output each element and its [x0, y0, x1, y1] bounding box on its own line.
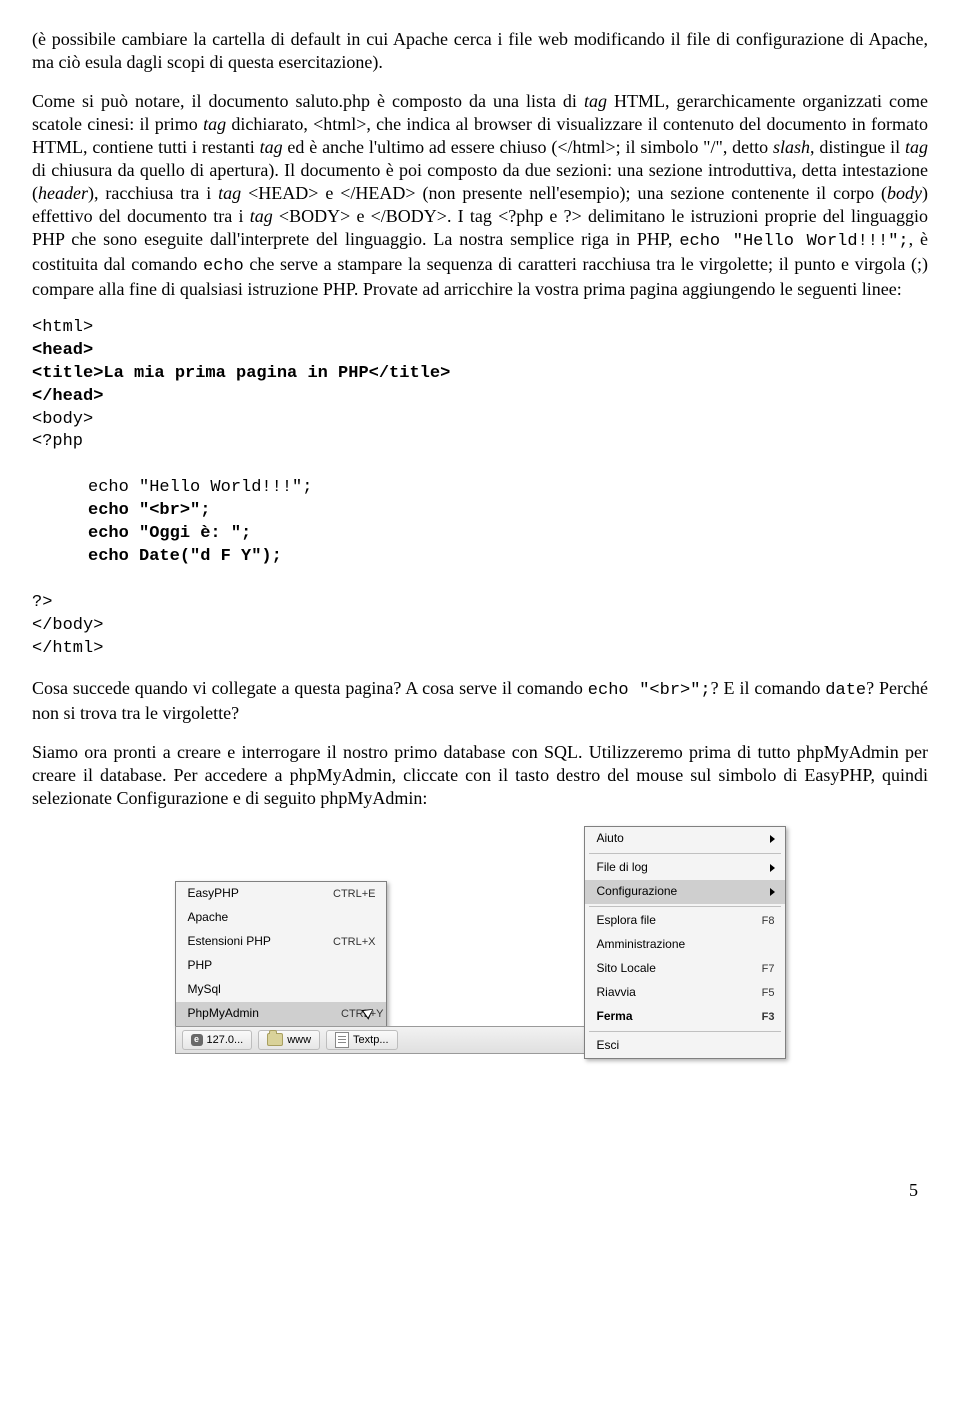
tag-word: tag: [203, 114, 226, 134]
tag-word: tag: [905, 137, 928, 157]
taskbar-item-www[interactable]: www: [258, 1030, 320, 1050]
menu-item-mysql[interactable]: MySql: [176, 978, 386, 1002]
paragraph-2: Come si può notare, il documento saluto.…: [32, 90, 928, 301]
code-line: <body>: [32, 410, 93, 429]
p2-text: Come si può notare, il documento saluto.…: [32, 91, 584, 111]
menu-item-label: PhpMyAdmin: [188, 1006, 259, 1021]
header-word: header: [38, 183, 88, 203]
code-line: </body>: [32, 616, 103, 635]
page-number: 5: [32, 1179, 918, 1202]
code-line: <title>La mia prima pagina in PHP</title…: [32, 364, 450, 383]
menu-separator: [589, 906, 781, 907]
menu-separator: [589, 853, 781, 854]
menu-item-label: EasyPHP: [188, 886, 239, 901]
cursor-icon: [362, 1003, 376, 1021]
code-line: ?>: [32, 593, 52, 612]
folder-icon: [267, 1033, 283, 1046]
context-menu-figure: EasyPHP CTRL+E Apache Estensioni PHP CTR…: [32, 826, 928, 1059]
menu-item-ferma[interactable]: Ferma F3: [585, 1005, 785, 1029]
taskbar-item-label: 127.0...: [207, 1033, 244, 1047]
menu-item-apache[interactable]: Apache: [176, 906, 386, 930]
menu-item-shortcut: F8: [762, 914, 775, 928]
echo-cmd-inline: echo: [203, 257, 244, 276]
tag-word: tag: [218, 183, 241, 203]
menu-item-shortcut: CTRL+E: [333, 887, 376, 901]
code-line: </head>: [32, 387, 103, 406]
date-cmd-inline: date: [825, 681, 866, 700]
menu-item-riavvia[interactable]: Riavvia F5: [585, 981, 785, 1005]
paragraph-4: Siamo ora pronti a creare e interrogare …: [32, 741, 928, 810]
p2-text: <HEAD> e </HEAD> (non presente nell'esem…: [241, 183, 887, 203]
tag-word: tag: [250, 206, 273, 226]
menu-item-php[interactable]: PHP: [176, 954, 386, 978]
p3-text: ? E il comando: [711, 678, 826, 698]
menu-item-sito-locale[interactable]: Sito Locale F7: [585, 957, 785, 981]
paragraph-3: Cosa succede quando vi collegate a quest…: [32, 677, 928, 725]
taskbar-item-127[interactable]: e 127.0...: [182, 1030, 253, 1050]
menu-item-file-di-log[interactable]: File di log: [585, 856, 785, 880]
menu-item-label: Sito Locale: [597, 961, 656, 976]
menu-item-label: File di log: [597, 860, 648, 875]
p2-text: , distingue il: [810, 137, 905, 157]
menu-item-easyphp[interactable]: EasyPHP CTRL+E: [176, 882, 386, 906]
echo-br-inline: echo "<br>";: [588, 681, 711, 700]
slash-word: slash: [773, 137, 810, 157]
code-line: <html>: [32, 318, 93, 337]
taskbar: e 127.0... www Textp...: [175, 1026, 585, 1054]
p2-text: ), racchiusa tra i: [88, 183, 218, 203]
menu-item-configurazione[interactable]: Configurazione: [585, 880, 785, 904]
menu-item-label: Esplora file: [597, 913, 656, 928]
menu-item-phpmyadmin[interactable]: PhpMyAdmin CTRL+Y: [176, 1002, 386, 1026]
taskbar-item-label: www: [287, 1033, 311, 1047]
menu-item-label: Esci: [597, 1038, 620, 1053]
code-line: echo "Oggi è: ";: [88, 524, 251, 543]
paragraph-1: (è possibile cambiare la cartella di def…: [32, 28, 928, 74]
taskbar-item-textp[interactable]: Textp...: [326, 1030, 397, 1050]
code-line: echo Date("d F Y");: [88, 547, 282, 566]
context-menu-right: Aiuto File di log Configurazione Esplora…: [584, 826, 786, 1059]
menu-item-label: Amministrazione: [597, 937, 686, 952]
menu-item-label: Riavvia: [597, 985, 636, 1000]
menu-item-shortcut: CTRL+X: [333, 935, 376, 949]
menu-item-estensioni-php[interactable]: Estensioni PHP CTRL+X: [176, 930, 386, 954]
menu-item-shortcut: F7: [762, 962, 775, 976]
menu-item-label: Configurazione: [597, 884, 678, 899]
menu-item-label: Aiuto: [597, 831, 624, 846]
menu-item-label: Ferma: [597, 1009, 633, 1024]
code-line: echo "Hello World!!!";: [88, 478, 312, 497]
code-line: </html>: [32, 639, 103, 658]
menu-item-esci[interactable]: Esci: [585, 1034, 785, 1058]
body-word: body: [887, 183, 922, 203]
menu-item-esplora-file[interactable]: Esplora file F8: [585, 909, 785, 933]
tag-word: tag: [260, 137, 283, 157]
p2-text: ed è anche l'ultimo ad essere chiuso (</…: [283, 137, 773, 157]
echo-hello-inline: echo "Hello World!!!";: [679, 232, 908, 251]
tag-word: tag: [584, 91, 607, 111]
code-block: <html> <head> <title>La mia prima pagina…: [32, 317, 928, 661]
menu-item-label: Apache: [188, 910, 229, 925]
menu-item-amministrazione[interactable]: Amministrazione: [585, 933, 785, 957]
chevron-right-icon: [770, 835, 775, 843]
code-line: echo "<br>";: [88, 501, 210, 520]
menu-item-shortcut: F5: [762, 986, 775, 1000]
easyphp-e-icon: e: [191, 1034, 203, 1046]
document-icon: [335, 1032, 349, 1048]
menu-item-label: Estensioni PHP: [188, 934, 271, 949]
chevron-right-icon: [770, 864, 775, 872]
taskbar-item-label: Textp...: [353, 1033, 388, 1047]
menu-item-label: MySql: [188, 982, 221, 997]
code-line: <head>: [32, 341, 93, 360]
menu-item-label: PHP: [188, 958, 213, 973]
menu-item-aiuto[interactable]: Aiuto: [585, 827, 785, 851]
menu-separator: [589, 1031, 781, 1032]
chevron-right-icon: [770, 888, 775, 896]
p3-text: Cosa succede quando vi collegate a quest…: [32, 678, 588, 698]
code-line: <?php: [32, 432, 83, 451]
menu-item-shortcut: F3: [762, 1010, 775, 1024]
context-menu-left: EasyPHP CTRL+E Apache Estensioni PHP CTR…: [175, 881, 387, 1027]
